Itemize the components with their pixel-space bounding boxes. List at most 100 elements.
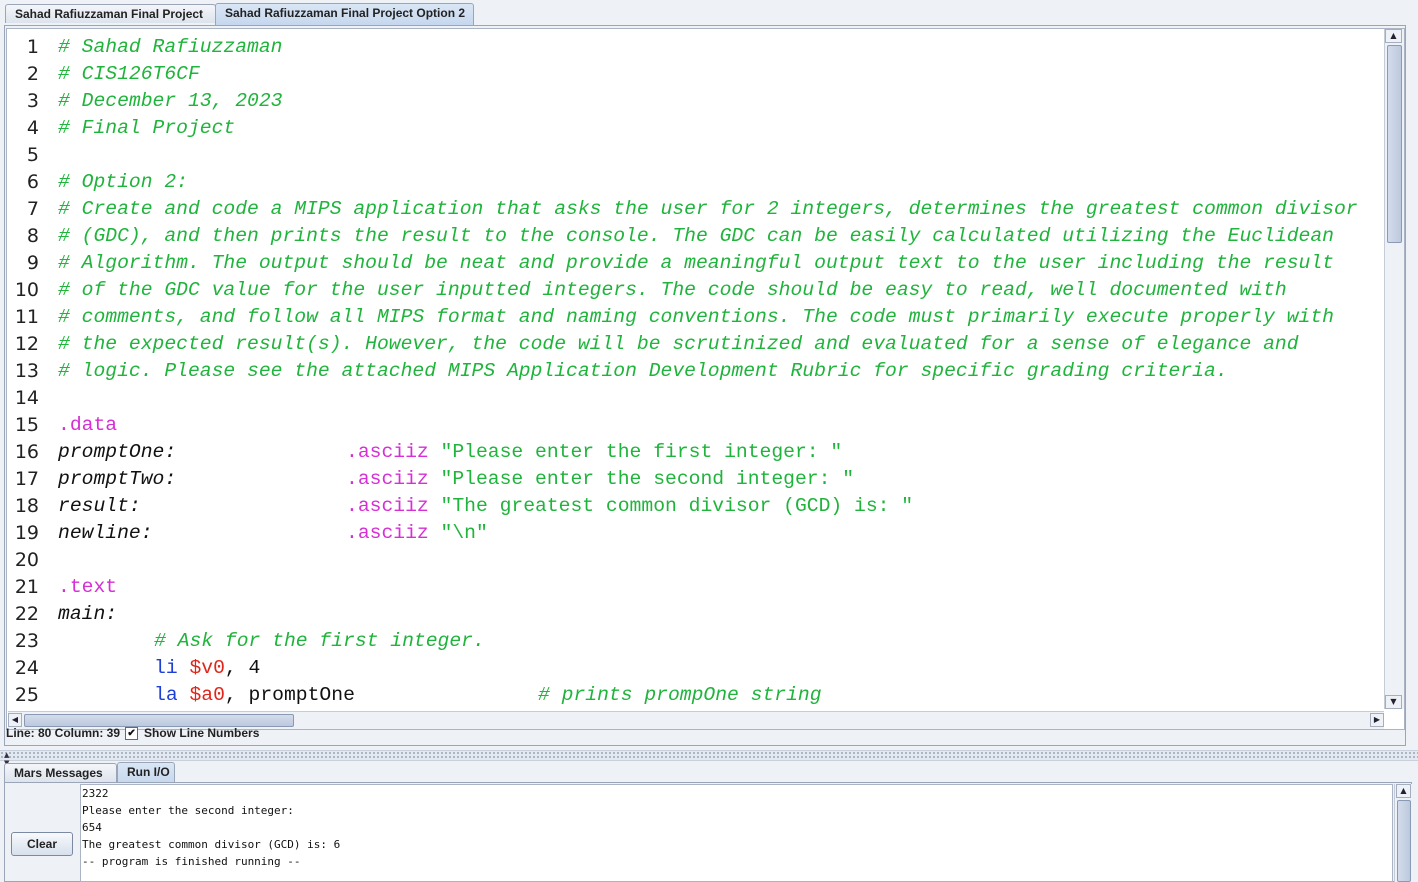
register: $v0 [189, 657, 225, 679]
line-number: 14 [14, 387, 39, 409]
bottom-tab-strip: Mars Messages Run I/O [0, 761, 1418, 784]
tab-final-project-option-2[interactable]: Sahad Rafiuzzaman Final Project Option 2 [215, 3, 474, 25]
code-line-1: # Sahad Rafiuzzaman [58, 34, 1382, 61]
line-number: 11 [14, 306, 39, 328]
run-io-console[interactable]: 2322 Please enter the second integer: 65… [80, 784, 1393, 882]
comment: # Ask for the first integer. [154, 630, 485, 652]
show-line-numbers-checkbox[interactable]: ✔ [125, 726, 139, 740]
scroll-up-icon[interactable]: ▲ [1385, 29, 1402, 43]
line-number: 7 [26, 198, 39, 220]
comment: # the expected result(s). However, the c… [58, 333, 1299, 355]
code-line-12: # the expected result(s). However, the c… [58, 331, 1382, 358]
code-line-8: # (GDC), and then prints the result to t… [58, 223, 1382, 250]
line-number: 9 [26, 252, 39, 274]
console-line: Please enter the second integer: [82, 804, 294, 817]
console-line: The greatest common divisor (GCD) is: 6 [82, 838, 341, 851]
line-number: 19 [14, 522, 39, 544]
code-line-18: result: .asciiz "The greatest common divi… [58, 493, 1382, 520]
comment: # Option 2: [58, 171, 188, 193]
tab-run-io[interactable]: Run I/O [117, 762, 175, 784]
string-literal: "Please enter the second integer: " [440, 468, 855, 490]
line-number: 12 [14, 333, 39, 355]
line-number: 10 [14, 279, 39, 301]
asciiz-directive: .asciiz [346, 522, 429, 544]
editor-status-bar: Line: 80 Column: 39 ✔ Show Line Numbers [6, 725, 259, 741]
instruction: la [154, 684, 178, 706]
operand: , promptOne [224, 684, 355, 706]
label: result: [58, 495, 141, 517]
code-line-9: # Algorithm. The output should be neat a… [58, 250, 1382, 277]
code-line-11: # comments, and follow all MIPS format a… [58, 304, 1382, 331]
code-line-24: li $v0, 4 [58, 655, 1382, 682]
tab-final-project[interactable]: Sahad Rafiuzzaman Final Project [5, 4, 216, 23]
comment: # CIS126T6CF [58, 63, 200, 85]
line-number: 20 [14, 549, 39, 571]
register: $a0 [189, 684, 225, 706]
code-editor[interactable]: 1 2 3 4 5 6 7 8 9 10 11 12 13 14 15 16 17 18 19 20 21 22 23 24 2… [6, 28, 1405, 730]
line-number: 2 [26, 63, 39, 85]
line-number: 25 [14, 684, 39, 706]
comment: # Create and code a MIPS application tha… [58, 198, 1358, 220]
editor-vertical-scrollbar[interactable]: ▲ ▼ [1384, 29, 1404, 709]
comment: # Sahad Rafiuzzaman [58, 36, 283, 58]
code-line-3: # December 13, 2023 [58, 88, 1382, 115]
line-number: 17 [14, 468, 39, 490]
run-io-panel: Clear 2322 Please enter the second integ… [4, 782, 1412, 882]
comment: # comments, and follow all MIPS format a… [58, 306, 1334, 328]
code-line-2: # CIS126T6CF [58, 61, 1382, 88]
line-number: 4 [26, 117, 39, 139]
tab-mars-messages[interactable]: Mars Messages [4, 763, 117, 782]
string-literal: "The greatest common divisor (GCD) is: " [440, 495, 914, 517]
clear-button[interactable]: Clear [11, 832, 73, 856]
code-line-21: .text [58, 574, 1382, 601]
editor-panel: 1 2 3 4 5 6 7 8 9 10 11 12 13 14 15 16 17 18 19 20 21 22 23 24 2… [4, 25, 1406, 746]
code-area[interactable]: # Sahad Rafiuzzaman # CIS126T6CF # Decem… [58, 34, 1382, 709]
panel-splitter[interactable]: ▲▼ [0, 750, 1418, 767]
code-line-23: # Ask for the first integer. [58, 628, 1382, 655]
string-literal: "Please enter the first integer: " [440, 441, 843, 463]
code-line-25: la $a0, promptOne # prints prompOne strin… [58, 682, 1382, 709]
console-line: -- program is finished running -- [82, 855, 301, 868]
line-number-gutter: 1 2 3 4 5 6 7 8 9 10 11 12 13 14 15 16 17 18 19 20 21 22 23 24 2… [7, 34, 47, 709]
scroll-down-icon[interactable]: ▼ [1385, 695, 1402, 709]
vertical-scroll-thumb[interactable] [1387, 45, 1402, 243]
show-line-numbers-label[interactable]: Show Line Numbers [144, 726, 259, 740]
comment: # Algorithm. The output should be neat a… [58, 252, 1334, 274]
code-line-15: .data [58, 412, 1382, 439]
comment: # (GDC), and then prints the result to t… [58, 225, 1334, 247]
cursor-position: Line: 80 Column: 39 [6, 726, 121, 740]
asciiz-directive: .asciiz [346, 468, 429, 490]
console-scroll-thumb[interactable] [1397, 800, 1411, 882]
text-directive: .text [58, 576, 118, 598]
line-number: 5 [26, 144, 39, 166]
code-line-4: # Final Project [58, 115, 1382, 142]
line-number: 13 [14, 360, 39, 382]
code-line-19: newline: .asciiz "\n" [58, 520, 1382, 547]
code-line-7: # Create and code a MIPS application tha… [58, 196, 1382, 223]
label: promptOne: [58, 441, 177, 463]
line-number: 6 [26, 171, 39, 193]
code-line-10: # of the GDC value for the user inputted… [58, 277, 1382, 304]
line-number: 16 [14, 441, 39, 463]
line-number: 23 [14, 630, 39, 652]
comment: # December 13, 2023 [58, 90, 283, 112]
editor-tab-strip: Sahad Rafiuzzaman Final Project Sahad Ra… [0, 0, 1418, 26]
comment: # prints prompOne string [538, 684, 822, 706]
instruction: li [154, 657, 178, 679]
line-number: 24 [14, 657, 39, 679]
scroll-up-icon[interactable]: ▲ [1396, 784, 1411, 798]
scroll-right-icon[interactable]: ▶ [1370, 713, 1384, 727]
line-number: 18 [14, 495, 39, 517]
console-vertical-scrollbar[interactable]: ▲ [1394, 784, 1412, 882]
console-line: 2322 [82, 787, 109, 800]
code-line-22: main: [58, 601, 1382, 628]
data-directive: .data [58, 414, 118, 436]
line-number: 21 [14, 576, 39, 598]
string-literal: "\n" [440, 522, 488, 544]
label: main: [58, 603, 118, 625]
line-number: 15 [14, 414, 39, 436]
asciiz-directive: .asciiz [346, 441, 429, 463]
